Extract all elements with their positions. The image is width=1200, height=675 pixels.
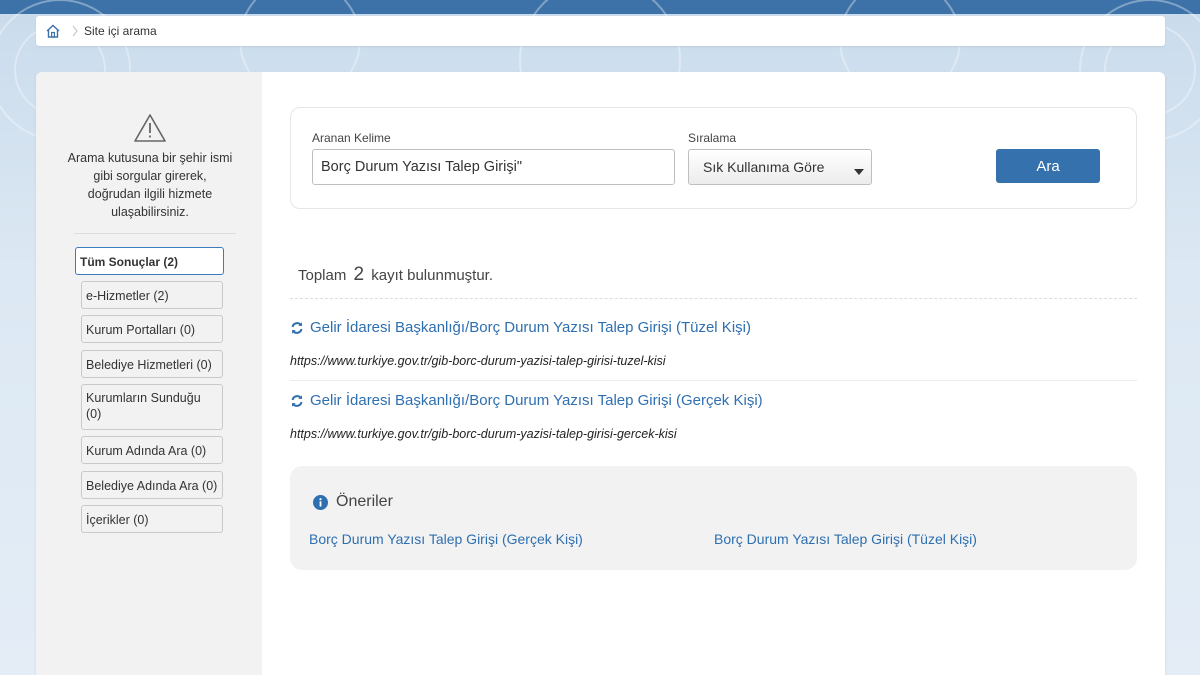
- caret-down-icon: [854, 163, 864, 175]
- result-count-prefix: Toplam: [298, 267, 347, 284]
- top-bar: [0, 0, 1200, 14]
- result-url: https://www.turkiye.gov.tr/gib-borc-duru…: [290, 354, 666, 368]
- result-url: https://www.turkiye.gov.tr/gib-borc-duru…: [290, 427, 677, 441]
- refresh-icon: [290, 394, 304, 408]
- filter-all-results[interactable]: Tüm Sonuçlar (2): [75, 247, 224, 275]
- sort-select-value: Sık Kullanıma Göre: [703, 159, 825, 175]
- filter-institution-offered[interactable]: Kurumların Sunduğu (0): [81, 384, 223, 430]
- keyword-input[interactable]: [312, 149, 675, 185]
- breadcrumb-current: Site içi arama: [84, 24, 157, 38]
- main-panel: Arama kutusuna bir şehir ismi gibi sorgu…: [36, 72, 1165, 675]
- filter-search-institution-name[interactable]: Kurum Adında Ara (0): [81, 436, 223, 464]
- home-icon[interactable]: [44, 22, 62, 40]
- result-link[interactable]: Gelir İdaresi Başkanlığı/Borç Durum Yazı…: [290, 392, 763, 409]
- warning-triangle-icon: [133, 113, 167, 143]
- result-link[interactable]: Gelir İdaresi Başkanlığı/Borç Durum Yazı…: [290, 319, 751, 336]
- result-count-number: 2: [353, 264, 365, 285]
- sidebar-note: Arama kutusuna bir şehir ismi gibi sorgu…: [67, 151, 233, 219]
- filter-municipality-services[interactable]: Belediye Hizmetleri (0): [81, 350, 223, 378]
- divider: [290, 380, 1137, 381]
- result-title: Gelir İdaresi Başkanlığı/Borç Durum Yazı…: [310, 319, 751, 336]
- result-title: Gelir İdaresi Başkanlığı/Borç Durum Yazı…: [310, 392, 763, 409]
- filter-e-services[interactable]: e-Hizmetler (2): [81, 281, 223, 309]
- search-form: Aranan Kelime Sıralama Sık Kullanıma Gör…: [290, 107, 1137, 209]
- sidebar: Arama kutusuna bir şehir ismi gibi sorgu…: [36, 72, 262, 675]
- suggestion-link[interactable]: Borç Durum Yazısı Talep Girişi (Gerçek K…: [309, 531, 583, 547]
- result-count: Toplam 2 kayıt bulunmuştur.: [298, 264, 493, 286]
- breadcrumb: Site içi arama: [36, 16, 1165, 46]
- refresh-icon: [290, 321, 304, 335]
- chevron-right-icon: [68, 24, 82, 38]
- suggestions-box: Öneriler Borç Durum Yazısı Talep Girişi …: [290, 466, 1137, 570]
- filter-institution-portals[interactable]: Kurum Portalları (0): [81, 315, 223, 343]
- result-count-suffix: kayıt bulunmuştur.: [371, 267, 494, 284]
- divider: [74, 233, 236, 234]
- keyword-label: Aranan Kelime: [312, 131, 391, 145]
- info-icon: [313, 495, 328, 510]
- filter-contents[interactable]: İçerikler (0): [81, 505, 223, 533]
- divider: [290, 298, 1137, 299]
- filter-search-municipality-name[interactable]: Belediye Adında Ara (0): [81, 471, 223, 499]
- sort-label: Sıralama: [688, 131, 737, 145]
- suggestion-link[interactable]: Borç Durum Yazısı Talep Girişi (Tüzel Ki…: [714, 531, 977, 547]
- suggestions-title: Öneriler: [336, 493, 393, 510]
- sort-select[interactable]: Sık Kullanıma Göre: [688, 149, 872, 185]
- search-button[interactable]: Ara: [996, 149, 1100, 183]
